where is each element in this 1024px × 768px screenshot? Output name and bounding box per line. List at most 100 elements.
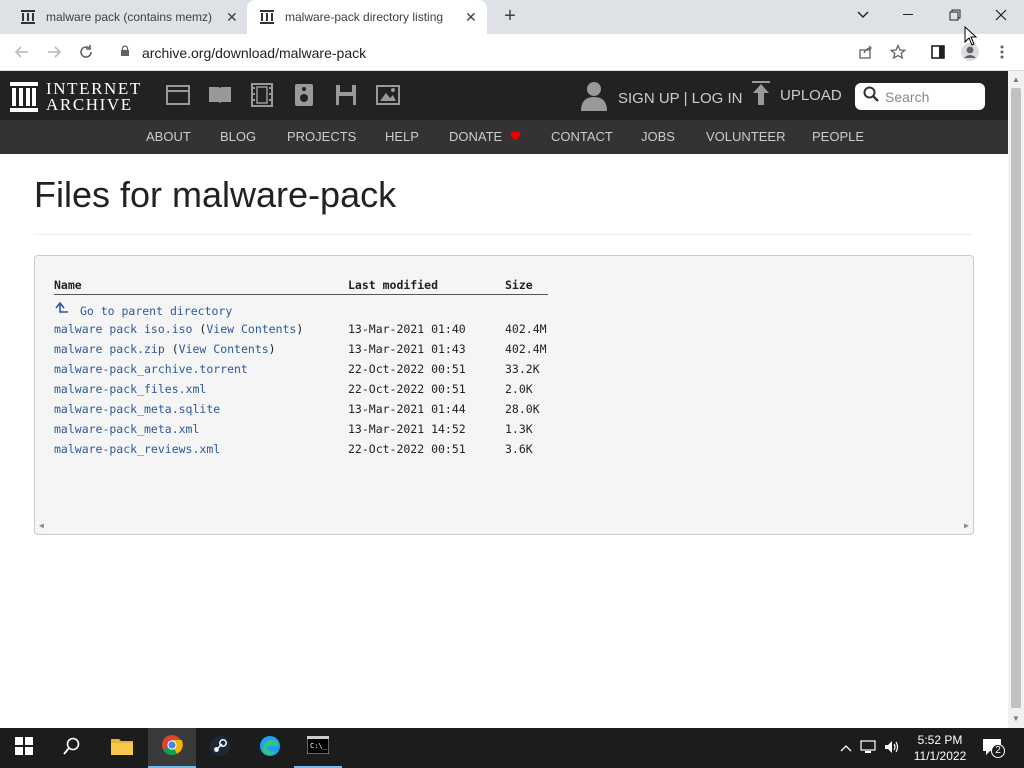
forward-button[interactable] (42, 40, 66, 64)
archive-favicon-icon (259, 9, 275, 25)
windows-taskbar: C:\_ 5:52 PM 11/1/2022 2 (0, 728, 1024, 768)
start-button[interactable] (0, 728, 48, 768)
nav-blog[interactable]: BLOG (220, 129, 256, 144)
nav-about[interactable]: ABOUT (146, 129, 191, 144)
archive-favicon-icon (20, 9, 36, 25)
url-text: archive.org/download/malware-pack (142, 44, 367, 61)
notification-center-button[interactable]: 2 (982, 728, 1005, 768)
table-row: malware-pack_meta.xml 13-Mar-2021 14:52 … (35, 422, 973, 440)
modified-cell: 13-Mar-2021 01:43 (348, 342, 466, 356)
images-icon[interactable] (376, 83, 400, 107)
logo-line-archive: ARCHIVE (46, 95, 133, 114)
browser-tab-strip: malware pack (contains memz) : ✕ malware… (0, 0, 1024, 34)
browser-menu-icon[interactable] (990, 40, 1014, 64)
nav-donate-label: DONATE (449, 129, 503, 144)
audio-speaker-icon[interactable] (292, 83, 316, 107)
tab-malware-pack-details[interactable]: malware pack (contains memz) : ✕ (0, 0, 247, 34)
scroll-up-arrow-icon[interactable]: ▲ (1012, 75, 1020, 84)
ia-logo[interactable]: INTERNET ARCHIVE (10, 80, 142, 114)
file-link[interactable]: malware-pack_reviews.xml (54, 442, 220, 456)
reload-button[interactable] (74, 40, 98, 64)
volume-icon[interactable] (884, 740, 900, 757)
taskbar-edge[interactable] (246, 728, 294, 768)
upload-link[interactable]: UPLOAD (752, 81, 842, 109)
tab-title: malware-pack directory listing (285, 10, 444, 24)
browser-toolbar: archive.org/download/malware-pack (0, 34, 1024, 71)
network-icon[interactable] (860, 739, 876, 757)
scroll-right-arrow-icon[interactable]: ▶ (964, 521, 969, 530)
page-scrollbar[interactable]: ▲ ▼ (1008, 71, 1024, 728)
svg-text:C:\_: C:\_ (310, 742, 328, 750)
nav-volunteer[interactable]: VOLUNTEER (706, 129, 785, 144)
minimize-button[interactable] (886, 0, 932, 30)
column-header-modified[interactable]: Last modified (348, 278, 438, 292)
table-row: malware-pack_files.xml 22-Oct-2022 00:51… (35, 382, 973, 400)
command-prompt-icon: C:\_ (306, 735, 330, 759)
taskbar-clock[interactable]: 5:52 PM 11/1/2022 (906, 732, 974, 764)
file-link[interactable]: malware-pack_files.xml (54, 382, 206, 396)
lock-icon (120, 45, 132, 60)
column-header-name[interactable]: Name (54, 278, 82, 292)
steam-icon (209, 735, 231, 762)
up-arrow-icon (54, 301, 75, 318)
show-hidden-icons-chevron-icon[interactable] (840, 741, 852, 755)
scroll-left-arrow-icon[interactable]: ◀ (39, 521, 44, 530)
close-tab-icon[interactable]: ✕ (226, 9, 238, 26)
tab-directory-listing[interactable]: malware-pack directory listing ✕ (247, 0, 487, 34)
file-link[interactable]: malware-pack_meta.sqlite (54, 402, 220, 416)
view-contents-link[interactable]: View Contents (179, 342, 269, 356)
nav-help[interactable]: HELP (385, 129, 419, 144)
nav-jobs[interactable]: JOBS (641, 129, 675, 144)
web-icon[interactable] (166, 83, 190, 107)
table-row: malware-pack_archive.torrent 22-Oct-2022… (35, 362, 973, 380)
close-window-button[interactable] (978, 0, 1024, 30)
chrome-icon (161, 734, 183, 761)
taskbar-search-button[interactable] (48, 728, 96, 768)
nav-projects[interactable]: PROJECTS (287, 129, 356, 144)
edge-icon (259, 735, 281, 762)
nav-people[interactable]: PEOPLE (812, 129, 864, 144)
nav-donate[interactable]: DONATE (449, 129, 521, 144)
new-tab-button[interactable]: + (498, 5, 522, 29)
size-cell: 402.4M (505, 322, 547, 336)
search-icon (63, 737, 81, 760)
file-link[interactable]: malware pack iso.iso (54, 322, 192, 336)
upload-icon (752, 81, 770, 109)
share-icon[interactable] (854, 40, 878, 64)
size-cell: 402.4M (505, 342, 547, 356)
clock-time: 5:52 PM (917, 733, 963, 747)
modified-cell: 13-Mar-2021 01:44 (348, 402, 466, 416)
archive-building-icon (10, 82, 38, 112)
back-button[interactable] (10, 40, 34, 64)
parent-directory-link[interactable]: Go to parent directory (54, 301, 232, 318)
bookmark-star-icon[interactable] (886, 40, 910, 64)
search-input[interactable] (885, 88, 980, 105)
mouse-cursor-icon (964, 25, 978, 46)
size-cell: 33.2K (505, 362, 540, 376)
scroll-down-arrow-icon[interactable]: ▼ (1012, 714, 1020, 723)
file-link[interactable]: malware pack.zip (54, 342, 165, 356)
file-link[interactable]: malware-pack_archive.torrent (54, 362, 248, 376)
search-icon (863, 86, 879, 107)
table-row: malware pack iso.iso (View Contents) 13-… (54, 322, 547, 336)
software-floppy-icon[interactable] (334, 83, 358, 107)
file-link[interactable]: malware-pack_meta.xml (54, 422, 199, 436)
column-header-size[interactable]: Size (505, 278, 533, 292)
address-bar[interactable]: archive.org/download/malware-pack (108, 38, 918, 67)
scrollbar-thumb[interactable] (1011, 88, 1021, 708)
view-contents-link[interactable]: View Contents (206, 322, 296, 336)
taskbar-terminal[interactable]: C:\_ (294, 728, 342, 768)
video-film-icon[interactable] (250, 83, 274, 107)
side-panel-icon[interactable] (926, 40, 950, 64)
sign-up-log-in-link[interactable]: SIGN UP | LOG IN (580, 81, 742, 115)
texts-book-icon[interactable] (208, 83, 232, 107)
tab-search-chevron-icon[interactable] (840, 0, 886, 30)
notification-icon: 2 (982, 738, 1005, 759)
taskbar-chrome[interactable] (148, 728, 196, 768)
close-tab-icon[interactable]: ✕ (465, 9, 477, 26)
folder-icon (111, 737, 133, 760)
nav-contact[interactable]: CONTACT (551, 129, 613, 144)
taskbar-steam[interactable] (196, 728, 244, 768)
taskbar-file-explorer[interactable] (98, 728, 146, 768)
system-tray (840, 728, 900, 768)
